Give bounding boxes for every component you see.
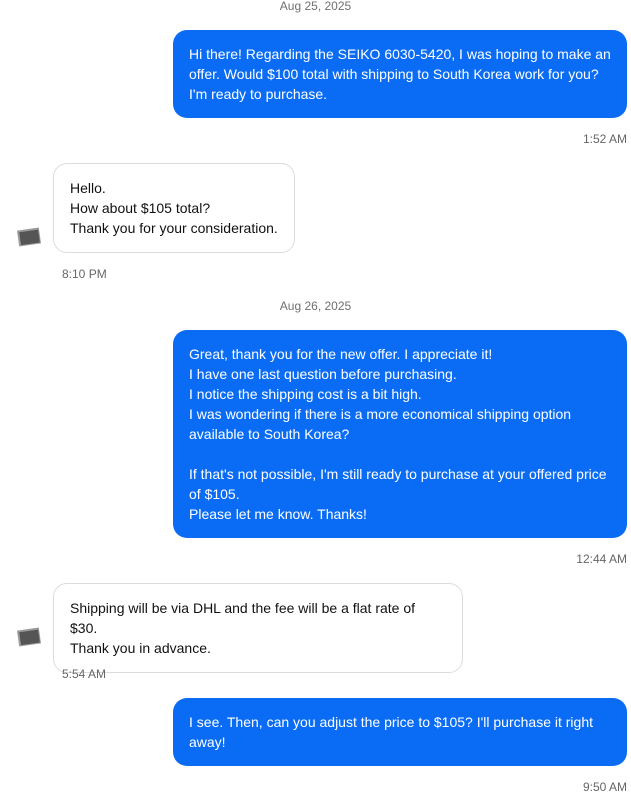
outgoing-message-bubble[interactable]: Great, thank you for the new offer. I ap…	[173, 330, 627, 538]
message-text-line: offer. Would $100 total with shipping to…	[189, 66, 599, 82]
message-text-line: I notice the shipping cost is a bit high…	[189, 386, 422, 402]
message-timestamp: 12:44 AM	[576, 552, 627, 566]
message-text-line: If that's not possible, I'm still ready …	[189, 466, 607, 482]
message-text-line: How about $105 total?	[70, 200, 211, 216]
message-text-line: I see. Then, can you adjust the price to…	[189, 714, 593, 730]
message-text-line: Please let me know. Thanks!	[189, 506, 367, 522]
message-timestamp: 9:50 AM	[582, 780, 627, 794]
message-timestamp: 8:10 PM	[62, 267, 107, 281]
message-text-line: Great, thank you for the new offer. I ap…	[189, 346, 493, 362]
message-text-line: available to South Korea?	[189, 426, 350, 442]
message-timestamp: 1:52 AM	[582, 132, 627, 146]
incoming-message-bubble[interactable]: Shipping will be via DHL and the fee wil…	[53, 583, 463, 673]
seller-avatar-icon[interactable]	[16, 626, 42, 648]
date-separator: Aug 26, 2025	[279, 299, 352, 313]
seller-avatar-icon[interactable]	[16, 226, 42, 248]
message-text-line: I have one last question before purchasi…	[189, 366, 457, 382]
message-text-line: Hello.	[70, 180, 106, 196]
message-text-line: Thank you in advance.	[70, 640, 211, 656]
outgoing-message-bubble[interactable]: Hi there! Regarding the SEIKO 6030-5420,…	[173, 30, 627, 118]
message-text-line: of $105.	[189, 486, 240, 502]
incoming-message-bubble[interactable]: Hello. How about $105 total? Thank you f…	[53, 163, 295, 253]
message-text-line: Shipping will be via DHL and the fee wil…	[70, 600, 416, 636]
message-text-line: Thank you for your consideration.	[70, 220, 278, 236]
message-text-line: I'm ready to purchase.	[189, 86, 328, 102]
message-text-line: I was wondering if there is a more econo…	[189, 406, 572, 422]
message-text-line: Hi there! Regarding the SEIKO 6030-5420,…	[189, 46, 611, 62]
outgoing-message-bubble[interactable]: I see. Then, can you adjust the price to…	[173, 698, 627, 766]
date-separator: Aug 25, 2025	[279, 0, 352, 13]
message-text-line	[189, 444, 611, 464]
message-text-line: away!	[189, 734, 226, 750]
message-timestamp: 5:54 AM	[62, 667, 107, 681]
